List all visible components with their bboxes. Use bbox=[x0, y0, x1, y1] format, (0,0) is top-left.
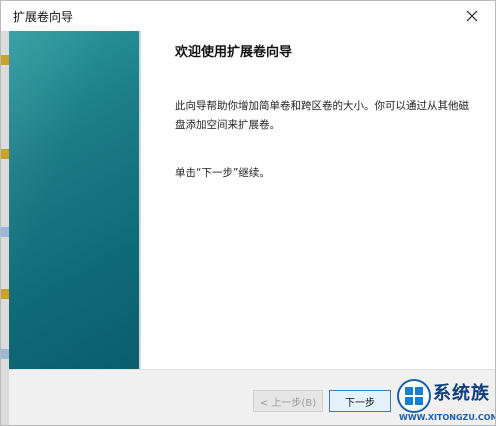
wizard-content: 欢迎使用扩展卷向导 此向导帮助你增加简单卷和跨区卷的大小。你可以通过从其他磁盘添… bbox=[141, 31, 495, 369]
strip-mark bbox=[1, 349, 9, 359]
watermark-title: 系统族 bbox=[433, 383, 490, 404]
strip-mark bbox=[1, 149, 9, 159]
windows-logo-icon bbox=[397, 379, 431, 413]
title-bar: 扩展卷向导 bbox=[1, 1, 495, 31]
close-icon bbox=[466, 10, 478, 22]
strip-mark bbox=[1, 289, 9, 299]
wizard-side-banner bbox=[9, 31, 139, 369]
watermark-url: WWW.XITONGZU.COM bbox=[399, 413, 496, 422]
site-watermark: 系统族 WWW.XITONGZU.COM bbox=[397, 377, 496, 425]
strip-mark bbox=[1, 227, 9, 237]
banner-sheen bbox=[9, 31, 139, 369]
page-instruction: 单击“下一步”继续。 bbox=[175, 167, 270, 179]
page-heading: 欢迎使用扩展卷向导 bbox=[175, 45, 293, 60]
page-description: 此向导帮助你增加简单卷和跨区卷的大小。你可以通过从其他磁盘添加空间来扩展卷。 bbox=[175, 100, 469, 131]
background-window-strip bbox=[1, 31, 9, 425]
extend-volume-wizard-window: 扩展卷向导 欢迎使用扩展卷向导 此向导帮助你增加简单卷和跨区卷的大小。你可以通过… bbox=[0, 0, 496, 426]
back-button[interactable]: < 上一步(B) bbox=[253, 390, 323, 412]
strip-mark bbox=[1, 55, 9, 65]
next-button[interactable]: 下一步 bbox=[329, 390, 391, 412]
close-button[interactable] bbox=[449, 1, 495, 31]
window-title: 扩展卷向导 bbox=[13, 10, 74, 24]
